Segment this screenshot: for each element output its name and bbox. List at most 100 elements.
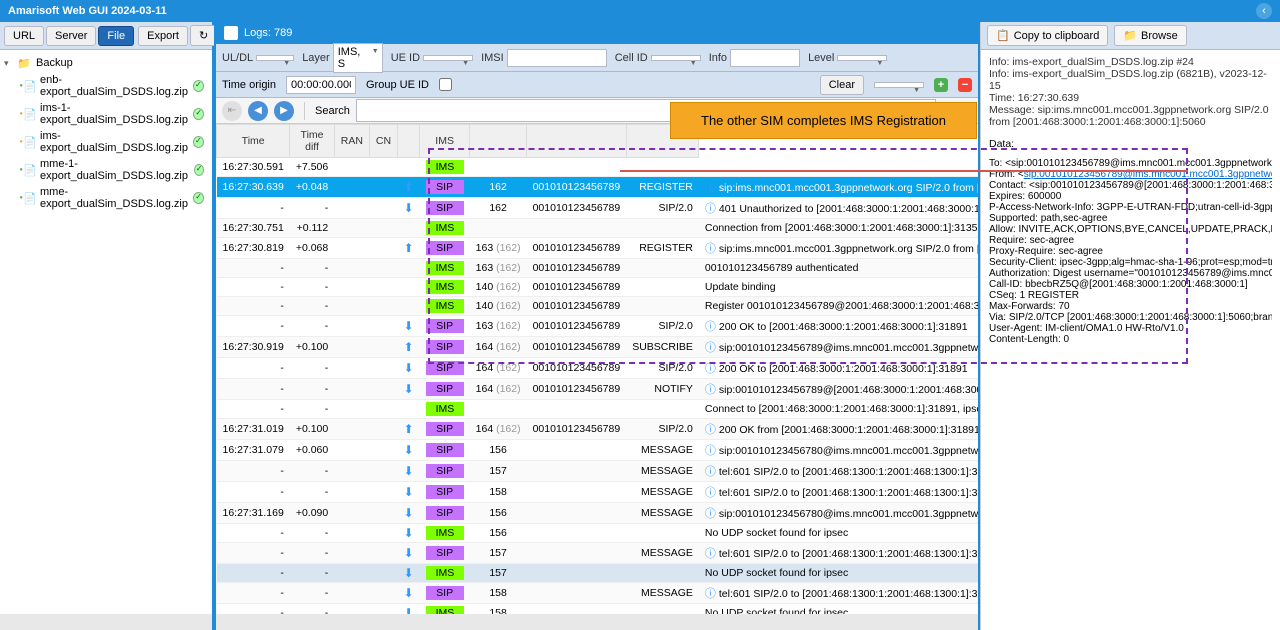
layer-badge: SIP [426,422,464,436]
info-icon[interactable]: ⓘ [705,588,716,600]
table-row[interactable]: --⬇SIP162001010123456789SIP/2.0ⓘ401 Unau… [217,198,979,219]
table-row[interactable]: 16:27:31.169+0.090⬇SIP156MESSAGEⓘsip:001… [217,503,979,524]
table-row[interactable]: 16:27:31.079+0.060⬇SIP156MESSAGEⓘsip:001… [217,440,979,461]
table-row[interactable]: --IMS140 (162)001010123456789Update bind… [217,278,979,297]
tree-file-item[interactable]: 📄enb-export_dualSim_DSDS.log.zip [16,72,212,100]
layer-badge: SIP [426,201,464,215]
table-row[interactable]: 16:27:30.639+0.048⬆SIP162001010123456789… [217,177,979,198]
table-row[interactable]: --⬇SIP157MESSAGEⓘtel:601 SIP/2.0 to [200… [217,461,979,482]
tree-file-item[interactable]: 📄ims-1-export_dualSim_DSDS.log.zip [16,100,212,128]
column-header[interactable] [398,125,420,158]
info-icon[interactable]: ⓘ [705,384,716,396]
table-row[interactable]: --IMSConnect to [2001:468:3000:1:2001:46… [217,400,979,419]
layer-badge: SIP [426,586,464,600]
download-arrow-icon: ⬇ [404,319,414,333]
check-icon [193,136,204,148]
info-icon[interactable]: ⓘ [705,342,716,354]
layer-badge: IMS [426,299,464,313]
table-row[interactable]: --⬇SIP164 (162)001010123456789SIP/2.0ⓘ20… [217,358,979,379]
layer-combo[interactable]: IMS, S [333,43,383,73]
uldl-combo[interactable] [256,55,294,61]
data-line: Require: sec-agree [989,235,1272,246]
table-row[interactable]: --⬇IMS157No UDP socket found for ipsec [217,564,979,583]
info-icon[interactable]: ⓘ [705,466,716,478]
tree-folder[interactable]: ▾ 📁 Backup [0,54,212,72]
clear-button[interactable]: Clear [820,75,864,95]
log-table-container[interactable]: TimeTime diffRANCN IMS 16:27:30.591+7.506… [216,124,978,614]
table-row[interactable]: --IMS163 (162)00101012345678900101012345… [217,259,979,278]
ueid-combo[interactable] [423,55,473,61]
download-arrow-icon: ⬇ [404,586,414,600]
red-highlight-line [620,170,1188,172]
export-button[interactable]: Export [138,26,188,46]
table-row[interactable]: --⬇IMS156No UDP socket found for ipsec [217,524,979,543]
table-row[interactable]: --⬇SIP158MESSAGEⓘtel:601 SIP/2.0 to [200… [217,583,979,604]
cellid-combo[interactable] [651,55,701,61]
column-header[interactable] [527,125,627,158]
center-scrollbar[interactable] [216,614,978,630]
layer-badge: IMS [426,160,464,174]
download-arrow-icon: ⬇ [404,546,414,560]
imsi-input[interactable] [507,49,607,67]
table-row[interactable]: --⬇SIP164 (162)001010123456789NOTIFYⓘsip… [217,379,979,400]
table-row[interactable]: --⬇IMS158No UDP socket found for ipsec [217,604,979,615]
browse-button[interactable]: 📁Browse [1114,25,1186,46]
column-header[interactable] [470,125,527,158]
table-row[interactable]: 16:27:30.919+0.100⬆SIP164 (162)001010123… [217,337,979,358]
table-row[interactable]: 16:27:30.751+0.112IMSConnection from [20… [217,219,979,238]
column-header[interactable]: Time [217,125,290,158]
table-row[interactable]: --⬇SIP163 (162)001010123456789SIP/2.0ⓘ20… [217,316,979,337]
layer-badge: SIP [426,180,464,194]
tree-file-item[interactable]: 📄mme-export_dualSim_DSDS.log.zip [16,184,212,212]
info-icon[interactable]: ⓘ [705,424,716,436]
info-icon[interactable]: ⓘ [705,363,716,375]
info-icon[interactable]: ⓘ [705,203,716,215]
layer-badge: IMS [426,221,464,235]
column-header[interactable]: IMS [420,125,470,158]
data-line: P-Access-Network-Info: 3GPP-E-UTRAN-FDD;… [989,202,1272,213]
tree-file-item[interactable]: 📄mme-1-export_dualSim_DSDS.log.zip [16,156,212,184]
nav-prev-icon[interactable]: ◀ [248,101,268,121]
data-line: Allow: INVITE,ACK,OPTIONS,BYE,CANCEL,UPD… [989,224,1272,235]
sidebar-scrollbar[interactable] [0,614,212,630]
column-header[interactable]: Time diff [290,125,334,158]
remove-icon[interactable]: − [958,78,972,92]
add-icon[interactable]: + [934,78,948,92]
layer-badge: SIP [426,506,464,520]
column-header[interactable]: CN [369,125,397,158]
expand-icon[interactable]: ▾ [4,58,16,69]
info-icon[interactable]: ⓘ [705,182,716,194]
groupue-checkbox[interactable] [439,78,452,91]
info-icon[interactable]: ⓘ [705,508,716,520]
copy-button[interactable]: 📋Copy to clipboard [987,25,1108,46]
table-row[interactable]: 16:27:30.591+7.506IMS [217,158,979,177]
table-row[interactable]: 16:27:31.019+0.100⬆SIP164 (162)001010123… [217,419,979,440]
download-arrow-icon: ⬇ [404,606,414,614]
info-icon[interactable]: ⓘ [705,243,716,255]
column-header[interactable]: RAN [334,125,369,158]
time-origin-input[interactable] [286,76,356,94]
file-name: enb-export_dualSim_DSDS.log.zip [40,74,193,98]
collapse-icon[interactable]: ‹ [1256,3,1272,19]
info-input[interactable] [730,49,800,67]
tree-file-item[interactable]: 📄ims-export_dualSim_DSDS.log.zip [16,128,212,156]
file-button[interactable]: File [98,26,134,46]
data-line: User-Agent: IM-client/OMA1.0 HW-Rto/V1.0 [989,323,1272,334]
info-icon[interactable]: ⓘ [705,321,716,333]
table-row[interactable]: --⬇SIP157MESSAGEⓘtel:601 SIP/2.0 to [200… [217,543,979,564]
layer-badge: IMS [426,261,464,275]
nav-next-icon[interactable]: ▶ [274,101,294,121]
filter-bar: UL/DL LayerIMS, S UE ID IMSI Cell ID Inf… [216,44,978,72]
logs-tab[interactable]: Logs: 789 [216,22,978,44]
nav-first-icon[interactable]: ⇤ [222,101,242,121]
clear-combo[interactable] [874,82,924,88]
server-button[interactable]: Server [46,26,96,46]
level-combo[interactable] [837,55,887,61]
table-row[interactable]: 16:27:30.819+0.068⬆SIP163 (162)001010123… [217,238,979,259]
url-button[interactable]: URL [4,26,44,46]
table-row[interactable]: --IMS140 (162)001010123456789Register 00… [217,297,979,316]
info-icon[interactable]: ⓘ [705,487,716,499]
info-icon[interactable]: ⓘ [705,445,716,457]
info-icon[interactable]: ⓘ [705,548,716,560]
table-row[interactable]: --⬇SIP158MESSAGEⓘtel:601 SIP/2.0 to [200… [217,482,979,503]
